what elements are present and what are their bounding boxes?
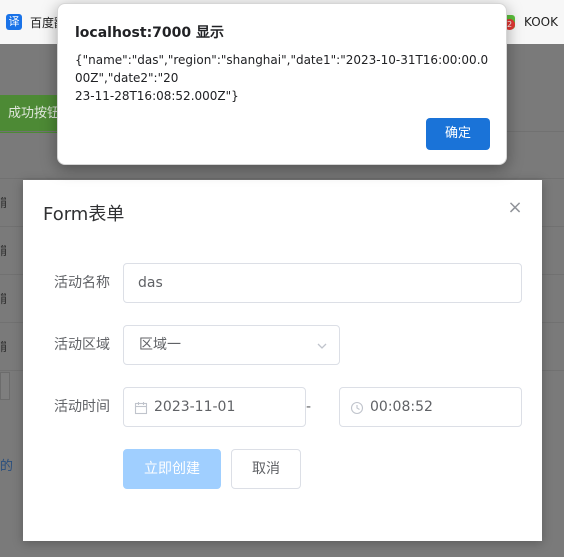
- table-row-text: 能: [0, 197, 6, 211]
- alert-title: localhost:7000 显示: [75, 25, 225, 41]
- dialog-title: Form表单: [43, 204, 125, 225]
- table-row-text: 能: [0, 293, 6, 307]
- close-icon[interactable]: ×: [507, 199, 523, 217]
- time-value: 00:08:52: [370, 399, 433, 415]
- activity-region-select[interactable]: 区域一: [123, 325, 340, 365]
- range-separator: -: [306, 399, 312, 415]
- form-dialog: Form表单 × 活动名称 das 活动区域 区域一 活动时间 2023-11-…: [23, 180, 542, 541]
- clock-icon: [350, 401, 364, 415]
- time-picker-input[interactable]: 00:08:52: [339, 387, 522, 427]
- chevron-down-icon: [317, 343, 327, 349]
- background-input: [0, 372, 10, 400]
- date-value: 2023-11-01: [154, 399, 236, 415]
- bookmark-kook-label: KOOK: [524, 15, 558, 29]
- translate-icon: 译: [6, 14, 22, 30]
- create-button[interactable]: 立即创建: [123, 449, 221, 489]
- background-link: 的: [0, 459, 14, 474]
- table-row-text: 能: [0, 245, 6, 259]
- bookmark-kook[interactable]: 2 KOOK: [501, 13, 558, 31]
- table-row-text: 能: [0, 341, 6, 355]
- date-picker-input[interactable]: 2023-11-01: [123, 387, 306, 427]
- activity-name-input[interactable]: das: [123, 263, 522, 303]
- browser-alert: localhost:7000 显示 {"name":"das","region"…: [57, 3, 507, 165]
- success-button: 成功按钮: [0, 95, 60, 133]
- region-selected-value: 区域一: [139, 337, 181, 353]
- alert-message: {"name":"das","region":"shanghai","date1…: [75, 53, 489, 103]
- alert-ok-button[interactable]: 确定: [426, 118, 490, 150]
- calendar-icon: [134, 402, 148, 415]
- table-divider: [0, 178, 564, 179]
- cancel-button[interactable]: 取消: [231, 449, 301, 489]
